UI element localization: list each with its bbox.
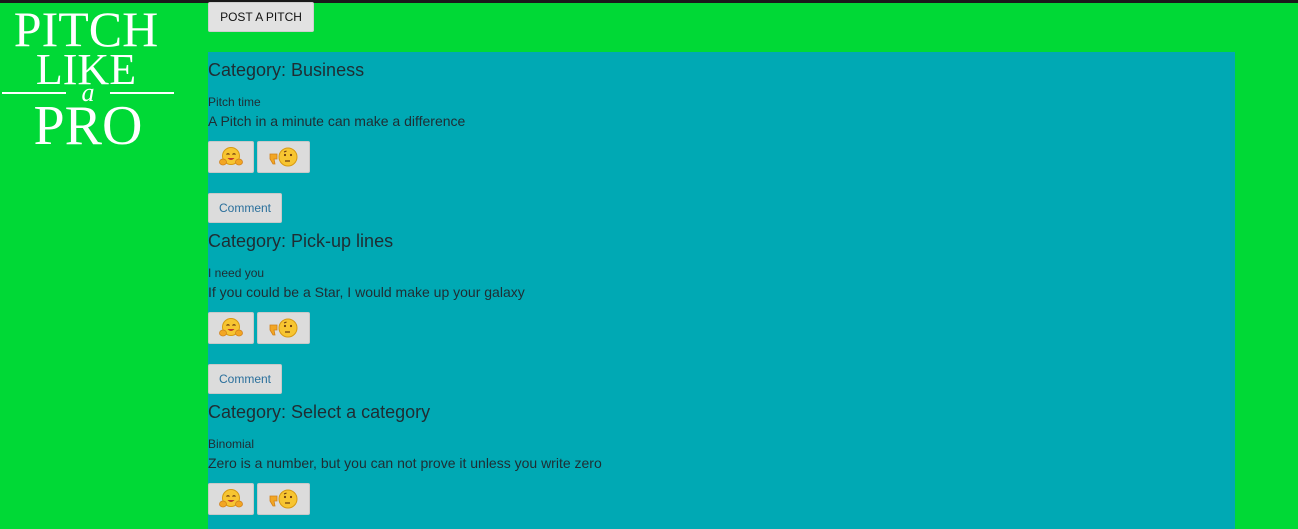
hugging-face-emoji-icon bbox=[219, 147, 243, 166]
pitch-card-select-a-category: Category: Select a category Binomial Zer… bbox=[208, 394, 1235, 529]
hugging-face-emoji-icon bbox=[219, 318, 243, 337]
downvote-button[interactable] bbox=[257, 312, 310, 344]
hugging-face-emoji-icon bbox=[219, 489, 243, 508]
pitch-title: I need you bbox=[208, 266, 265, 280]
upvote-button[interactable] bbox=[208, 312, 254, 344]
logo-line-pro: PRO bbox=[33, 95, 143, 157]
top-border bbox=[0, 0, 1298, 3]
downvote-button[interactable] bbox=[257, 141, 310, 173]
pitch-title: Binomial bbox=[208, 437, 255, 451]
comment-button[interactable]: Comment bbox=[208, 193, 282, 223]
upvote-button[interactable] bbox=[208, 141, 254, 173]
pitch-body: A Pitch in a minute can make a differenc… bbox=[208, 113, 466, 129]
thumbs-down-thinking-emoji-icon bbox=[269, 489, 297, 509]
pitch-list-panel: Category: Business Pitch time A Pitch in… bbox=[208, 52, 1235, 529]
thumbs-down-thinking-emoji-icon bbox=[269, 147, 297, 167]
comment-button[interactable]: Comment bbox=[208, 364, 282, 394]
pitch-body: Zero is a number, but you can not prove … bbox=[208, 455, 602, 471]
site-logo[interactable]: PITCH LIKE a PRO bbox=[0, 4, 178, 154]
upvote-button[interactable] bbox=[208, 483, 254, 515]
pitch-category: Category: Pick-up lines bbox=[208, 231, 394, 251]
pitch-body: If you could be a Star, I would make up … bbox=[208, 284, 525, 300]
post-pitch-button[interactable]: POST A PITCH bbox=[208, 2, 314, 32]
pitch-category: Category: Business bbox=[208, 60, 365, 80]
downvote-button[interactable] bbox=[257, 483, 310, 515]
pitch-category: Category: Select a category bbox=[208, 402, 431, 422]
pitch-title: Pitch time bbox=[208, 95, 261, 109]
pitch-card-business: Category: Business Pitch time A Pitch in… bbox=[208, 52, 1235, 223]
pitch-card-pick-up-lines: Category: Pick-up lines I need you If yo… bbox=[208, 223, 1235, 394]
thumbs-down-thinking-emoji-icon bbox=[269, 318, 297, 338]
